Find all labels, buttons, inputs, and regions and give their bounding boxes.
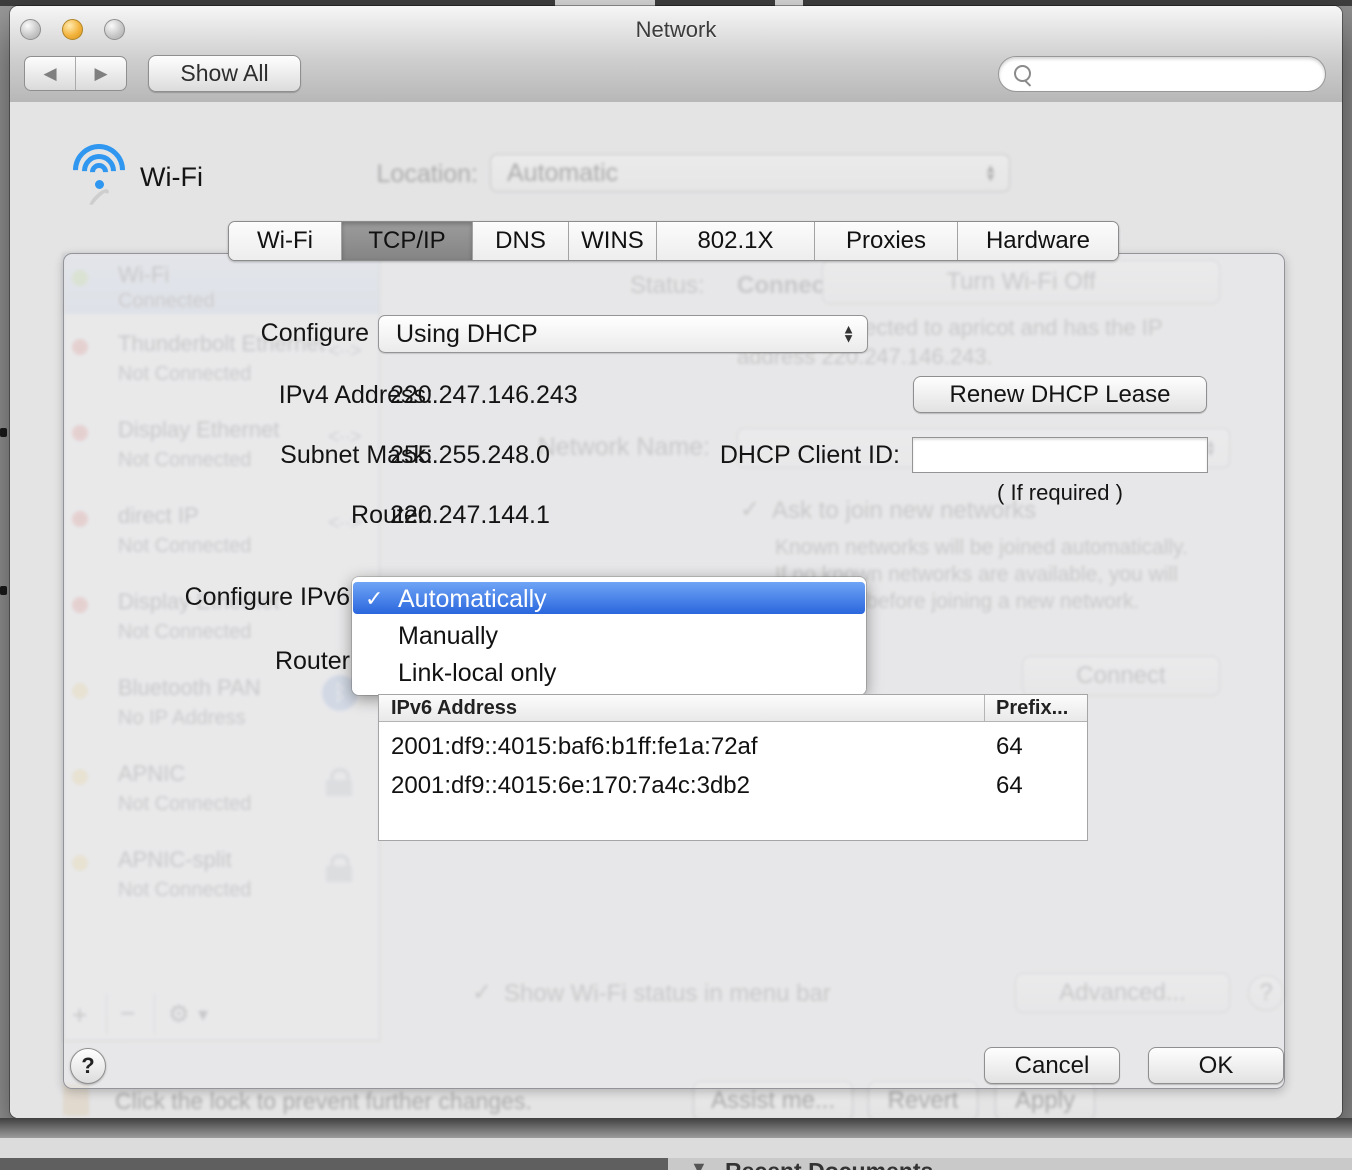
configure-ipv6-menu: ✓ Automatically Manually Link-local only <box>352 577 866 695</box>
if-required-caption: ( If required ) <box>912 480 1208 506</box>
ipv6-router-label: Router <box>90 647 350 676</box>
background-menu-row: ▼ Recent Documents <box>0 1158 1352 1170</box>
desktop-artifact <box>0 428 7 437</box>
popup-arrows-icon: ▲▼ <box>842 325 855 344</box>
tab-wins[interactable]: WINS <box>569 222 657 260</box>
desktop: Network ◀ ▶ Show All Location: Automat <box>0 0 1352 1170</box>
forward-icon: ▶ <box>94 64 107 84</box>
forward-button[interactable]: ▶ <box>76 57 126 90</box>
sheet-service-title: Wi-Fi <box>140 162 203 193</box>
tab-wifi[interactable]: Wi-Fi <box>229 222 342 260</box>
desktop-artifact <box>0 586 7 595</box>
tab-dns[interactable]: DNS <box>473 222 569 260</box>
search-icon <box>1014 65 1031 82</box>
help-button[interactable]: ? <box>70 1048 106 1084</box>
tab-8021x[interactable]: 802.1X <box>657 222 815 260</box>
ipv4-address-value: 220.247.146.243 <box>390 381 578 410</box>
menu-item-automatically[interactable]: Automatically <box>398 585 547 614</box>
network-preferences-window: Network ◀ ▶ Show All Location: Automat <box>10 6 1342 1118</box>
router-value: 220.247.144.1 <box>390 501 550 530</box>
background-dark-bar <box>0 1158 668 1170</box>
tab-proxies[interactable]: Proxies <box>815 222 958 260</box>
table-row-prefix[interactable]: 64 <box>996 772 1023 800</box>
nav-back-forward: ◀ ▶ <box>24 56 127 91</box>
configure-ipv4-popup[interactable]: Using DHCP ▲▼ <box>378 315 868 353</box>
window-title: Network <box>10 17 1342 43</box>
search-field[interactable] <box>998 56 1326 92</box>
col-header-ipv6-address: IPv6 Address <box>391 697 517 720</box>
dhcp-client-id-label: DHCP Client ID: <box>650 441 900 470</box>
disclosure-triangle-icon: ▼ <box>690 1158 708 1170</box>
ipv6-address-table: IPv6 Address Prefix... 2001:df9::4015:ba… <box>378 694 1088 841</box>
tab-tcpip[interactable]: TCP/IP <box>342 222 473 260</box>
recent-documents-label: Recent Documents <box>725 1158 933 1170</box>
table-row-address[interactable]: 2001:df9::4015:baf6:b1ff:fe1a:72af <box>391 733 758 761</box>
menu-item-link-local[interactable]: Link-local only <box>398 659 556 688</box>
background-band <box>0 1138 1352 1158</box>
back-icon: ◀ <box>43 64 56 84</box>
window-shadow <box>0 1118 1352 1138</box>
menu-item-manually[interactable]: Manually <box>398 622 498 651</box>
tab-bar: Wi-Fi TCP/IP DNS WINS 802.1X Proxies Har… <box>228 221 1119 261</box>
ok-button[interactable]: OK <box>1148 1047 1284 1084</box>
cancel-button[interactable]: Cancel <box>984 1047 1120 1084</box>
column-divider <box>984 695 985 721</box>
configure-ipv4-value: Using DHCP <box>396 320 538 349</box>
col-header-prefix: Prefix... <box>996 697 1068 720</box>
search-input[interactable] <box>1035 60 1319 88</box>
menu-check-icon: ✓ <box>365 586 383 612</box>
wifi-icon <box>70 144 128 196</box>
advanced-sheet: Wi-Fi Wi-Fi TCP/IP DNS WINS 802.1X Proxi… <box>10 102 1342 1118</box>
table-row-address[interactable]: 2001:df9::4015:6e:170:7a4c:3db2 <box>391 772 750 800</box>
show-all-button[interactable]: Show All <box>148 55 301 92</box>
title-bar: Network ◀ ▶ Show All <box>10 6 1342 103</box>
renew-dhcp-lease-button[interactable]: Renew DHCP Lease <box>913 376 1207 413</box>
table-header: IPv6 Address Prefix... <box>379 695 1087 722</box>
table-row-prefix[interactable]: 64 <box>996 733 1023 761</box>
preference-pane-body: Location: Automatic ▲▼ Wi-Fi Connected T… <box>10 102 1342 1118</box>
configure-ipv6-label: Configure IPv6 <box>90 583 350 612</box>
subnet-mask-value: 255.255.248.0 <box>390 441 550 470</box>
dhcp-client-id-field[interactable] <box>912 437 1208 473</box>
back-button[interactable]: ◀ <box>25 57 76 90</box>
tab-hardware[interactable]: Hardware <box>958 222 1118 260</box>
